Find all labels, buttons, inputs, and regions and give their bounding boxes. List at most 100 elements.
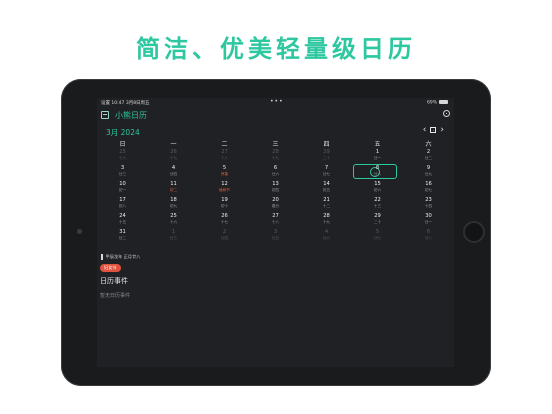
day-cell[interactable]: 10 初一 <box>97 181 148 197</box>
lunar-day: 初五 <box>322 188 331 192</box>
day-cell[interactable]: 12 植树节 <box>199 181 250 197</box>
day-cell[interactable]: 19 初十 <box>199 197 250 213</box>
day-cell[interactable]: 3 廿三 <box>97 165 148 181</box>
day-number: 29 <box>374 213 381 219</box>
day-cell[interactable]: 5 惊蛰 <box>199 165 250 181</box>
today-icon[interactable]: · <box>430 127 437 133</box>
day-cell[interactable]: 23 十四 <box>403 197 454 213</box>
lunar-day: 十九 <box>271 156 280 160</box>
lunar-day: 廿七 <box>373 236 382 240</box>
weekday-label: 四 <box>323 141 330 148</box>
lunar-day: 初一 <box>118 188 127 192</box>
lunar-day: 廿四 <box>169 172 178 176</box>
weekday-header: 日一二三四五六 <box>97 138 454 148</box>
day-cell[interactable]: 1 廿三 <box>148 229 199 245</box>
multitask-dots-icon[interactable]: ••• <box>270 98 284 105</box>
day-cell[interactable]: 20 春分 <box>250 197 301 213</box>
day-cell[interactable]: 6 廿八 <box>403 229 454 245</box>
lunar-day: 廿二 <box>118 236 127 240</box>
day-number: 13 <box>272 181 279 187</box>
day-cell[interactable]: 13 初四 <box>250 181 301 197</box>
status-bar: 设置 10:47 3月8日周五 ••• 69% <box>97 98 454 107</box>
calendar-grid: 25 十六 26 十七 27 十八 28 十九 29 二十 1 廿一 2 廿二 3 廿三 4 廿四 5 惊蛰 6 廿六 7 廿… <box>97 149 454 299</box>
lunar-day: 初八 <box>118 204 127 208</box>
day-cell[interactable]: 2 廿四 <box>199 229 250 245</box>
calendar-icon <box>101 111 109 119</box>
lunar-day: 廿三 <box>118 172 127 176</box>
lunar-day: 十四 <box>424 204 433 208</box>
lunar-day: 春分 <box>271 204 280 208</box>
next-month-icon[interactable]: › <box>440 125 444 135</box>
day-cell[interactable]: 11 初二 <box>148 181 199 197</box>
lunar-day: 十七 <box>220 220 229 224</box>
status-left: 设置 10:47 3月8日周五 <box>101 101 150 106</box>
day-cell[interactable]: 7 廿七 <box>301 165 352 181</box>
day-cell[interactable]: 28 十九 <box>301 213 352 229</box>
day-number: 1 <box>171 229 176 235</box>
day-cell[interactable]: 25 十六 <box>97 149 148 165</box>
lunar-day: 初七 <box>424 188 433 192</box>
battery-percent: 69% <box>426 100 437 106</box>
day-cell[interactable]: 17 初八 <box>97 197 148 213</box>
day-cell[interactable]: 29 二十 <box>352 213 403 229</box>
lunar-day: 廿五 <box>271 236 280 240</box>
lunar-day: 十九 <box>322 220 331 224</box>
home-button[interactable] <box>463 221 485 243</box>
day-cell[interactable]: 28 十九 <box>250 149 301 165</box>
day-cell[interactable]: 1 廿一 <box>352 149 403 165</box>
day-cell[interactable]: 2 廿二 <box>403 149 454 165</box>
battery-icon <box>439 100 448 104</box>
day-number: 24 <box>119 213 126 219</box>
lunar-day: 十六 <box>118 156 127 160</box>
day-cell[interactable]: 3 廿五 <box>250 229 301 245</box>
day-number: 9 <box>426 165 431 171</box>
lunar-day: 廿九 <box>424 172 433 176</box>
lunar-day: 初四 <box>271 188 280 192</box>
day-cell[interactable]: 8 廿八 <box>352 165 403 181</box>
day-cell[interactable]: 26 十七 <box>199 213 250 229</box>
weekday-label: 三 <box>272 141 279 148</box>
lunar-day: 十五 <box>118 220 127 224</box>
day-cell[interactable]: 26 十七 <box>148 149 199 165</box>
month-label[interactable]: 3月 2024 <box>106 127 140 138</box>
day-cell[interactable]: 5 廿七 <box>352 229 403 245</box>
day-cell[interactable]: 6 廿六 <box>250 165 301 181</box>
day-number: 2 <box>222 229 227 235</box>
day-number: 7 <box>324 165 329 171</box>
day-cell[interactable]: 14 初五 <box>301 181 352 197</box>
day-number: 10 <box>119 181 126 187</box>
lunar-day: 十八 <box>220 156 229 160</box>
day-number: 30 <box>425 213 432 219</box>
day-cell[interactable]: 30 廿一 <box>403 213 454 229</box>
app-screen: 设置 10:47 3月8日周五 ••• 69% 小熊日历 3月 2024 ‹ ·… <box>97 98 454 367</box>
day-cell[interactable]: 18 初九 <box>148 197 199 213</box>
lunar-day: 廿二 <box>424 156 433 160</box>
lunar-day: 十三 <box>373 204 382 208</box>
day-cell[interactable]: 21 十二 <box>301 197 352 213</box>
month-nav: ‹ · › <box>423 125 444 135</box>
prev-month-icon[interactable]: ‹ <box>423 125 427 135</box>
day-cell[interactable]: 16 初七 <box>403 181 454 197</box>
day-cell[interactable]: 9 廿九 <box>403 165 454 181</box>
day-cell[interactable]: 22 十三 <box>352 197 403 213</box>
day-number: 8 <box>375 165 380 171</box>
day-cell[interactable]: 24 十五 <box>97 213 148 229</box>
day-number: 25 <box>119 149 126 155</box>
day-cell[interactable]: 29 二十 <box>301 149 352 165</box>
events-empty-text: 暂无日历事件 <box>100 293 131 299</box>
lunar-day: 廿六 <box>322 236 331 240</box>
lunar-day: 二十 <box>322 156 331 160</box>
lunar-day: 初二 <box>169 188 178 192</box>
day-cell[interactable]: 27 十八 <box>199 149 250 165</box>
day-cell[interactable]: 31 廿二 <box>97 229 148 245</box>
day-cell[interactable]: 25 十六 <box>148 213 199 229</box>
day-cell[interactable]: 4 廿六 <box>301 229 352 245</box>
accent-bar <box>101 253 103 260</box>
lunar-date: 甲辰龙年 正月廿八 <box>105 253 141 259</box>
day-cell[interactable]: 15 初六 <box>352 181 403 197</box>
day-number: 4 <box>324 229 329 235</box>
day-cell[interactable]: 4 廿四 <box>148 165 199 181</box>
settings-icon[interactable] <box>443 110 450 117</box>
weekday-label: 六 <box>425 141 432 148</box>
day-cell[interactable]: 27 十八 <box>250 213 301 229</box>
